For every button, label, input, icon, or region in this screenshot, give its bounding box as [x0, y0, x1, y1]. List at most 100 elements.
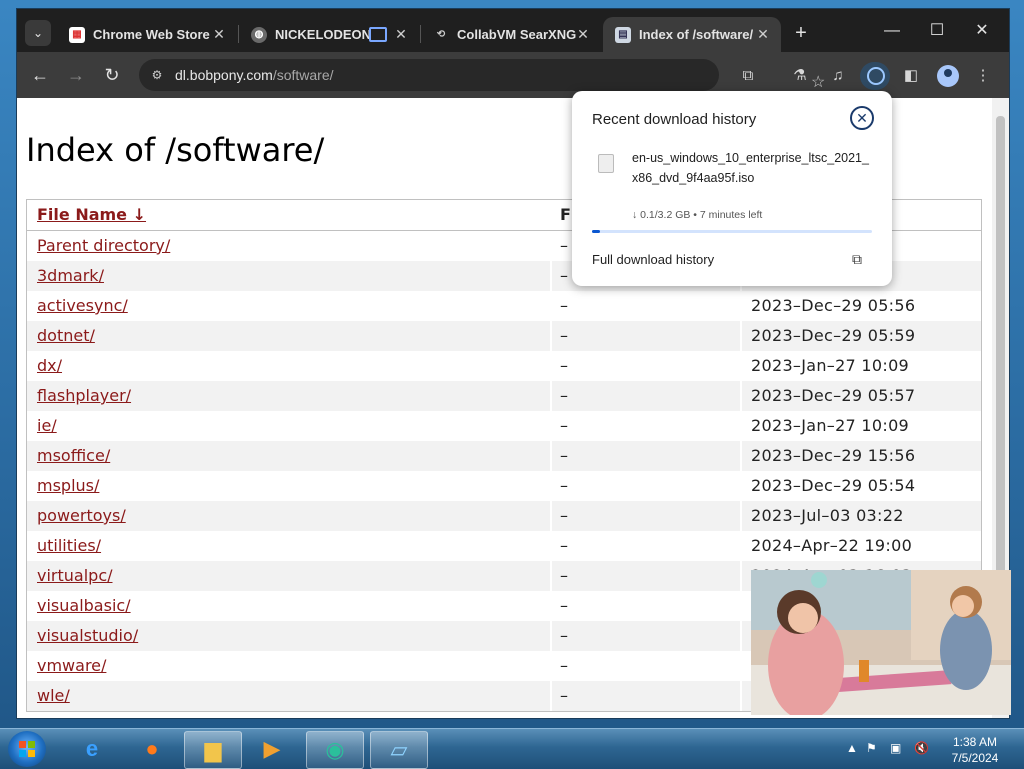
- show-hidden-icons-icon[interactable]: ▲: [846, 741, 858, 755]
- browser-taskbar-icon[interactable]: ◉: [306, 731, 364, 769]
- file-explorer-icon[interactable]: ▆: [184, 731, 242, 769]
- tab-strip: ⌄ ▦ Chrome Web Store ✕ ◍ NICKELODEON ✕ ⟲…: [17, 9, 1009, 52]
- file-link[interactable]: msplus/: [37, 476, 99, 495]
- close-icon[interactable]: ✕: [850, 106, 874, 130]
- searxng-icon: ⟲: [436, 29, 446, 40]
- file-size: –: [560, 356, 568, 375]
- picture-in-picture-video[interactable]: [751, 570, 1011, 715]
- file-date: 2023–Dec–29 05:59: [751, 326, 916, 345]
- media-player-icon[interactable]: ▶: [244, 731, 300, 767]
- bookmark-star-icon[interactable]: ☆: [811, 72, 825, 92]
- file-link[interactable]: powertoys/: [37, 506, 126, 525]
- file-size: –: [560, 566, 568, 585]
- file-link[interactable]: visualbasic/: [37, 596, 131, 615]
- file-link[interactable]: 3dmark/: [37, 266, 104, 285]
- maximize-button[interactable]: ☐: [922, 19, 952, 43]
- tab-chrome-web-store[interactable]: ▦ Chrome Web Store ✕: [57, 17, 237, 52]
- file-size: –: [560, 386, 568, 405]
- url-path: /software/: [272, 67, 334, 83]
- file-size: –: [560, 296, 568, 315]
- page-title: Index of /software/: [26, 131, 325, 169]
- tab-collabvm-searxng[interactable]: ⟲ CollabVM SearXNG ✕: [421, 17, 601, 52]
- file-size: –: [560, 626, 568, 645]
- side-panel-icon[interactable]: ◧: [900, 65, 922, 87]
- labs-icon[interactable]: ⚗: [789, 65, 811, 87]
- file-date: 2023–Dec–29 15:56: [751, 446, 916, 465]
- close-icon[interactable]: ✕: [575, 26, 591, 42]
- file-link[interactable]: vmware/: [37, 656, 106, 675]
- tab-search-button[interactable]: ⌄: [25, 20, 51, 46]
- file-link[interactable]: ie/: [37, 416, 57, 435]
- close-icon[interactable]: ✕: [393, 26, 409, 42]
- tab-nickelodeon[interactable]: ◍ NICKELODEON ✕: [239, 17, 419, 52]
- internet-explorer-icon[interactable]: e: [64, 731, 120, 767]
- network-icon[interactable]: ▣: [890, 741, 901, 755]
- close-window-button[interactable]: ✕: [967, 19, 997, 43]
- file-date: 2024–Apr–22 19:00: [751, 536, 913, 555]
- file-link[interactable]: Parent directory/: [37, 236, 170, 255]
- table-row: activesync/ – 2023–Dec–29 05:56: [27, 291, 981, 321]
- file-link[interactable]: dotnet/: [37, 326, 95, 345]
- file-link[interactable]: flashplayer/: [37, 386, 131, 405]
- file-link[interactable]: activesync/: [37, 296, 128, 315]
- close-icon[interactable]: ✕: [755, 26, 771, 42]
- file-link[interactable]: virtualpc/: [37, 566, 113, 585]
- minimize-button[interactable]: —: [877, 19, 907, 43]
- clock-date[interactable]: 7/5/2024: [940, 751, 1010, 765]
- menu-icon[interactable]: ⋮: [972, 65, 994, 87]
- download-history-popup: Recent download history ✕ en-us_windows_…: [572, 91, 892, 286]
- firefox-icon[interactable]: ●: [124, 731, 180, 767]
- profile-avatar[interactable]: [937, 65, 959, 87]
- download-filename[interactable]: en-us_windows_10_enterprise_ltsc_2021_x8…: [632, 148, 872, 188]
- clock-time[interactable]: 1:38 AM: [940, 735, 1010, 749]
- open-external-icon[interactable]: ⧉: [852, 251, 870, 269]
- video-frame-image: [751, 570, 1011, 715]
- file-link[interactable]: msoffice/: [37, 446, 110, 465]
- full-download-history-link[interactable]: Full download history: [592, 252, 714, 267]
- file-date: 2023–Jan–27 10:09: [751, 356, 910, 375]
- reload-button[interactable]: ↻: [99, 62, 125, 88]
- extensions-icon[interactable]: ⧉: [737, 65, 759, 87]
- download-progress-bar: [592, 230, 872, 233]
- file-date: 2023–Dec–29 05:54: [751, 476, 916, 495]
- table-row: msplus/ – 2023–Dec–29 05:54: [27, 471, 981, 501]
- action-center-flag-icon[interactable]: ⚑: [866, 741, 877, 755]
- file-date: 2023–Dec–29 05:57: [751, 386, 916, 405]
- file-size: –: [560, 686, 568, 705]
- new-tab-button[interactable]: +: [789, 21, 813, 45]
- media-control-icon[interactable]: ♫: [827, 65, 849, 87]
- windows-flag-icon: [19, 741, 35, 757]
- file-date: 2023–Jul–03 03:22: [751, 506, 904, 525]
- file-icon: [598, 154, 614, 173]
- notepad-icon[interactable]: ▱: [370, 731, 428, 769]
- forward-button[interactable]: →: [63, 62, 89, 88]
- table-row: flashplayer/ – 2023–Dec–29 05:57: [27, 381, 981, 411]
- store-icon: ▦: [69, 26, 85, 43]
- site-info-icon[interactable]: ⚙: [149, 67, 165, 83]
- file-link[interactable]: utilities/: [37, 536, 101, 555]
- download-status: ↓ 0.1/3.2 GB • 7 minutes left: [632, 209, 763, 221]
- address-bar[interactable]: ⚙ dl.bobpony.com/software/ ☆: [139, 59, 825, 91]
- column-file-name[interactable]: File Name ↓: [37, 205, 146, 224]
- document-icon: ▤: [615, 26, 631, 43]
- url-host: dl.bobpony.com: [175, 67, 273, 83]
- tab-index-of-software[interactable]: ▤ Index of /software/ ✕: [603, 17, 781, 52]
- file-size: –: [560, 446, 568, 465]
- globe-icon: ◍: [251, 26, 267, 43]
- file-size: –: [560, 476, 568, 495]
- picture-in-picture-icon: [369, 27, 387, 42]
- file-link[interactable]: visualstudio/: [37, 626, 138, 645]
- file-date: 2023–Dec–29 05:56: [751, 296, 916, 315]
- file-size: –: [560, 596, 568, 615]
- file-link[interactable]: dx/: [37, 356, 62, 375]
- volume-muted-icon[interactable]: 🔇: [914, 741, 929, 755]
- close-icon[interactable]: ✕: [211, 26, 227, 42]
- start-button[interactable]: [8, 731, 46, 767]
- file-size: –: [560, 656, 568, 675]
- downloads-icon[interactable]: [860, 62, 890, 90]
- back-button[interactable]: ←: [27, 62, 53, 88]
- file-size: –: [560, 506, 568, 525]
- table-row: ie/ – 2023–Jan–27 10:09: [27, 411, 981, 441]
- file-date: 2023–Jan–27 10:09: [751, 416, 910, 435]
- file-link[interactable]: wle/: [37, 686, 70, 705]
